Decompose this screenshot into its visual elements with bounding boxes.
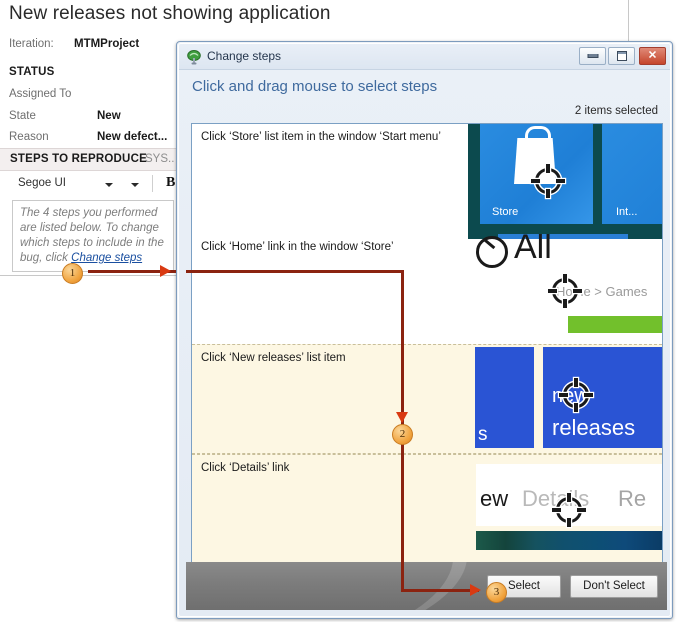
callout-badge-2: 2	[392, 424, 413, 445]
crosshair-marker-icon	[531, 164, 565, 198]
partial-tile-label: s	[478, 424, 488, 445]
items-selected-count: 2 items selected	[574, 105, 658, 117]
assigned-to-label: Assigned To	[9, 88, 72, 100]
internet-tile: Int...	[602, 124, 662, 224]
dialog-instruction-heading: Click and drag mouse to select steps	[192, 78, 438, 95]
details-gradient-bar	[476, 531, 662, 550]
close-button[interactable]: ✕	[639, 47, 666, 65]
reason-value: New defect...	[97, 131, 168, 143]
green-banner	[568, 316, 662, 333]
state-value: New	[97, 110, 121, 122]
toolbar-divider	[152, 175, 153, 192]
reason-label: Reason	[9, 131, 49, 143]
partial-tile: s	[475, 347, 534, 448]
tab-steps-to-reproduce[interactable]: STEPS TO REPRODUCE	[10, 153, 147, 165]
dont-select-button[interactable]: Don't Select	[570, 575, 658, 598]
change-steps-dialog: Change steps ✕ Click and drag mouse to s…	[176, 41, 673, 619]
internet-tile-label: Int...	[616, 206, 638, 218]
state-label: State	[9, 110, 36, 122]
maximize-icon	[616, 51, 627, 61]
steps-to-reproduce-editor[interactable]: The 4 steps you performed are listed bel…	[12, 200, 174, 272]
step-description: Click ‘New releases’ list item	[201, 352, 346, 364]
change-steps-icon	[186, 49, 202, 65]
step-thumbnail: ew Details Re	[468, 455, 662, 563]
callout-arrow-1	[160, 265, 171, 277]
store-tile-label: Store	[492, 206, 519, 218]
dialog-body: Change steps ✕ Click and drag mouse to s…	[178, 43, 671, 617]
new-releases-tile: new releases	[543, 347, 662, 448]
step-row[interactable]: Click ‘Details’ link ew Details Re	[192, 454, 662, 564]
iteration-label: Iteration:	[9, 38, 54, 50]
callout-line-3-vertical	[401, 440, 404, 592]
step-thumbnail: Store Int...	[468, 124, 662, 234]
dialog-title: Change steps	[207, 49, 282, 63]
status-section-heading: STATUS	[9, 66, 55, 78]
steps-list[interactable]: Click ‘Store’ list item in the window ‘S…	[191, 123, 663, 601]
step-description: Click ‘Store’ list item in the window ‘S…	[201, 131, 441, 143]
bold-button[interactable]: B	[166, 175, 175, 191]
details-left-text: ew	[480, 486, 509, 511]
dialog-titlebar[interactable]: Change steps ✕	[179, 44, 670, 70]
change-steps-link[interactable]: Change steps	[71, 252, 142, 264]
callout-line-1b	[186, 270, 404, 273]
minimize-button[interactable]	[579, 47, 606, 65]
callout-line-2-vertical	[401, 270, 404, 430]
thumbnail-bottom-strip	[468, 224, 662, 234]
chevron-down-icon[interactable]	[131, 181, 140, 190]
step-thumbnail: All Home > Games	[468, 234, 662, 344]
callout-badge-3: 3	[486, 582, 507, 603]
minimize-icon	[587, 54, 598, 58]
details-right-text: Re	[618, 486, 647, 511]
maximize-button[interactable]	[608, 47, 635, 65]
step-row[interactable]: Click ‘New releases’ list item s new rel…	[192, 344, 662, 454]
page-title: New releases not showing application	[9, 3, 331, 24]
all-heading: All	[514, 234, 552, 266]
crosshair-marker-icon	[559, 378, 593, 412]
crosshair-marker-icon	[552, 493, 586, 527]
steps-hint-text: The 4 steps you performed are listed bel…	[20, 206, 172, 266]
step-thumbnail: s new releases	[468, 345, 662, 453]
font-name-value[interactable]: Segoe UI	[18, 177, 66, 189]
iteration-value: MTMProject	[74, 38, 140, 50]
step-description: Click ‘Home’ link in the window ‘Store’	[201, 241, 394, 253]
dialog-footer: Select Don't Select	[186, 562, 667, 610]
close-icon: ✕	[647, 49, 658, 62]
footer-decoration	[186, 562, 474, 610]
step-row[interactable]: Click ‘Store’ list item in the window ‘S…	[192, 124, 662, 234]
chevron-down-icon[interactable]	[105, 181, 114, 190]
step-description: Click ‘Details’ link	[201, 462, 290, 474]
callout-badge-1: 1	[62, 263, 83, 284]
step-row[interactable]: Click ‘Home’ link in the window ‘Store’ …	[192, 234, 662, 344]
callout-arrow-2	[396, 412, 408, 423]
back-arrow-icon	[476, 236, 508, 268]
crosshair-marker-icon	[548, 274, 582, 308]
new-releases-line-2: releases	[552, 415, 636, 440]
tab-system-info[interactable]: SYS..	[145, 153, 174, 165]
callout-arrow-3	[470, 584, 481, 596]
callout-line-3-horizontal	[401, 589, 479, 592]
